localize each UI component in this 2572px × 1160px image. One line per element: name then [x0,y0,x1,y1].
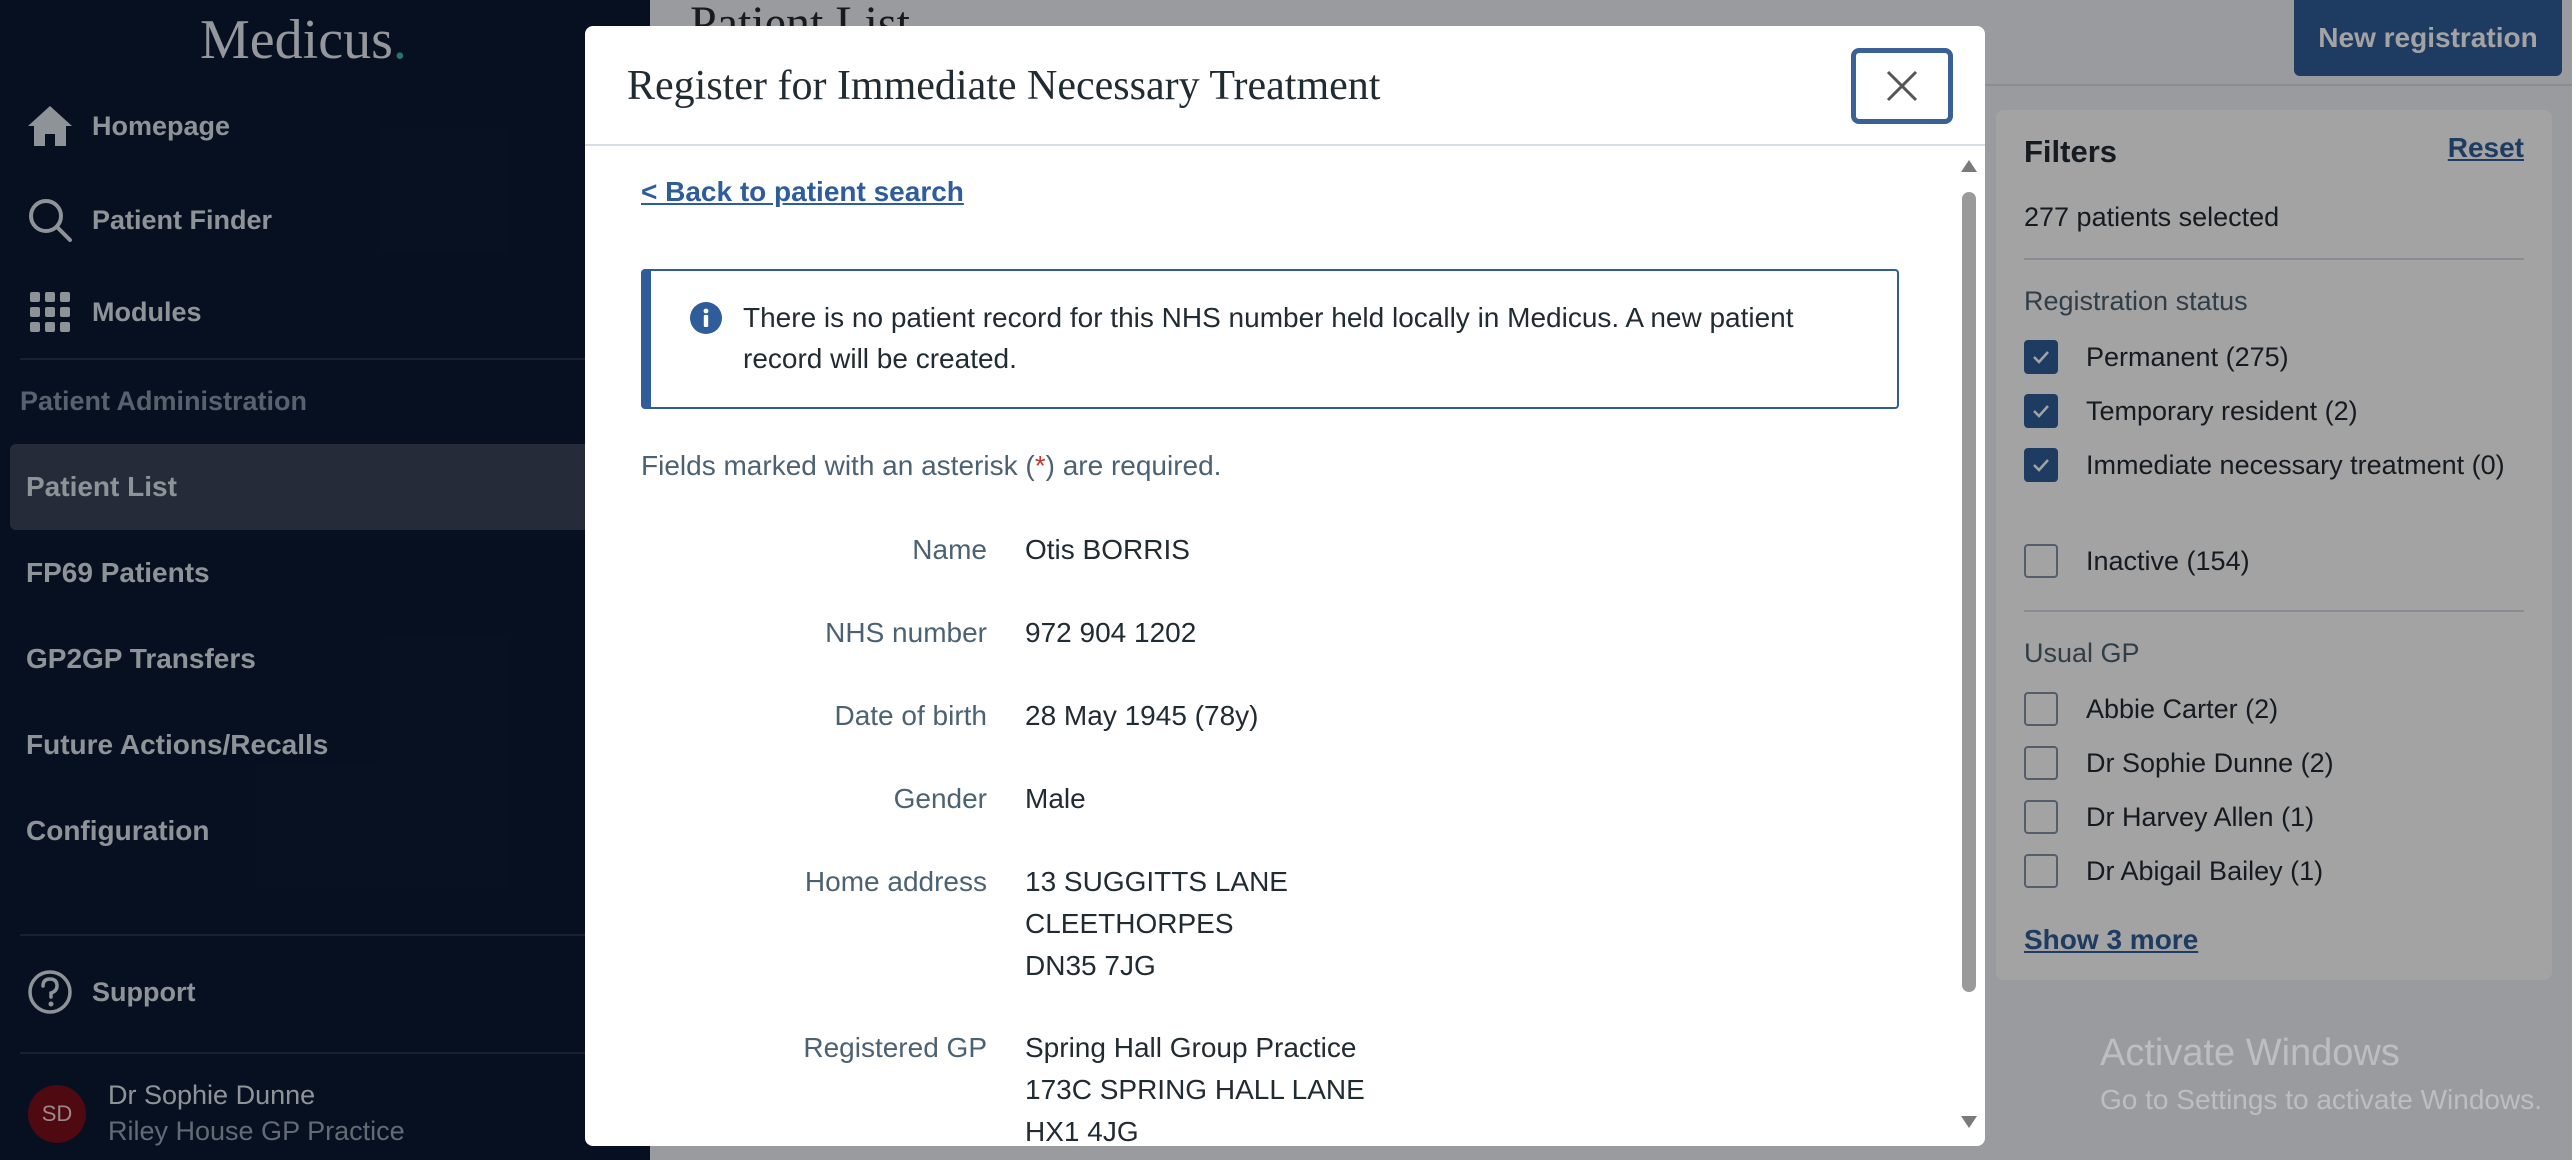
register-modal: Register for Immediate Necessary Treatme… [585,26,1985,1146]
windows-watermark-title: Activate Windows [2100,1032,2400,1074]
field-value-registered-gp: Spring Hall Group Practice 173C SPRING H… [1025,1027,1365,1146]
required-fields-note: Fields marked with an asterisk (*) are r… [641,450,1222,481]
windows-watermark-subtitle: Go to Settings to activate Windows. [2100,1084,2542,1115]
field-value-gender: Male [1025,783,1086,814]
address-line: 13 SUGGITTS LANE [1025,866,1288,897]
scroll-up-arrow-icon[interactable] [1961,160,1977,172]
modal-title: Register for Immediate Necessary Treatme… [627,63,1381,109]
gp-line: HX1 4JG [1025,1116,1139,1146]
field-label-name: Name [912,534,987,565]
scroll-down-arrow-icon[interactable] [1961,1116,1977,1128]
field-label-home-address: Home address [804,866,987,897]
modal-header-divider [585,144,1985,146]
field-value-nhs-number: 972 904 1202 [1025,617,1197,648]
close-button[interactable] [1851,48,1953,124]
scrollbar-thumb[interactable] [1962,192,1976,992]
address-line: DN35 7JG [1025,950,1156,981]
info-icon [690,302,722,334]
address-line: CLEETHORPES [1025,908,1234,939]
close-icon [1886,70,1918,102]
field-label-registered-gp: Registered GP [803,1032,987,1063]
field-label-nhs-number: NHS number [825,617,987,648]
field-value-dob: 28 May 1945 (78y) [1025,700,1259,731]
gp-line: Spring Hall Group Practice [1025,1032,1357,1063]
info-callout: There is no patient record for this NHS … [641,269,1899,409]
field-value-home-address: 13 SUGGITTS LANE CLEETHORPES DN35 7JG [1025,861,1288,987]
field-label-gender: Gender [893,783,987,814]
field-label-dob: Date of birth [834,700,987,731]
field-value-name: Otis BORRIS [1025,534,1190,565]
back-to-patient-search-link[interactable]: < Back to patient search [641,176,964,208]
gp-line: 173C SPRING HALL LANE [1025,1074,1365,1105]
info-message: There is no patient record for this NHS … [743,302,1794,374]
